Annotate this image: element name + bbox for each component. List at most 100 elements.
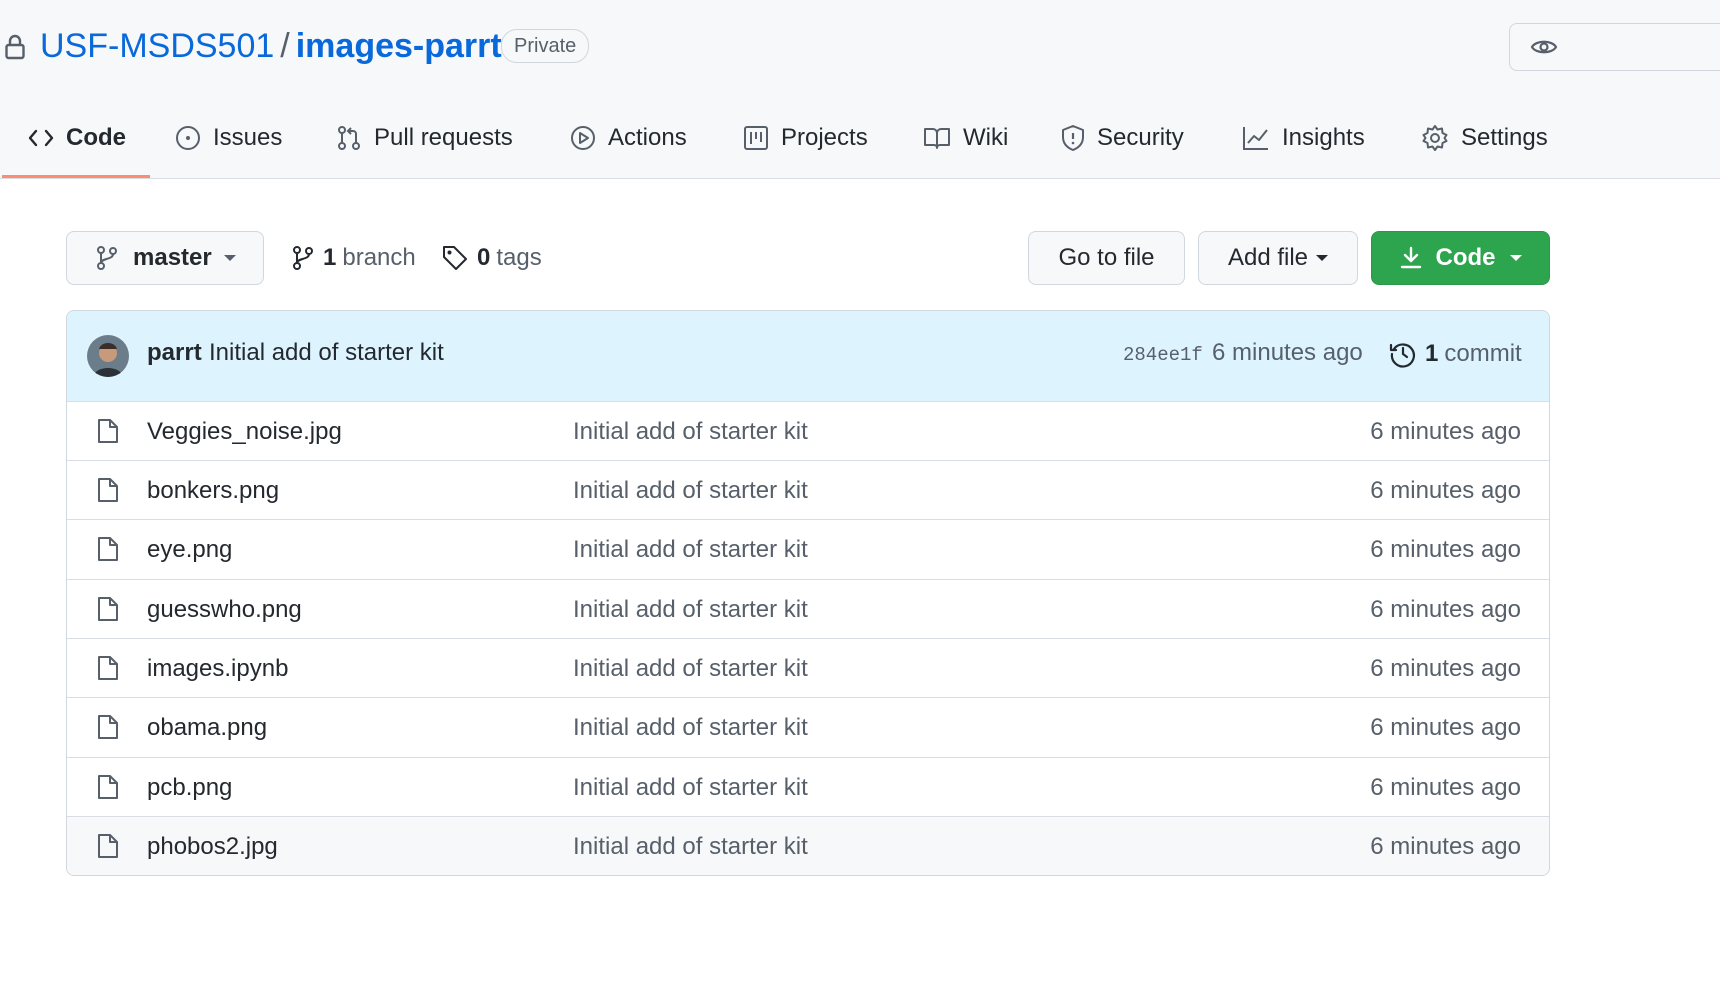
eye-icon [1530,37,1558,57]
file-commit-message-link[interactable]: Initial add of starter kit [573,774,808,802]
branch-count: 1 [323,244,337,271]
tab-insights[interactable]: Insights [1242,113,1365,163]
chevron-down-icon [1316,255,1329,261]
branch-icon [95,245,119,271]
file-icon [97,477,119,503]
file-commit-time: 6 minutes ago [1370,477,1521,504]
download-icon [1400,246,1422,270]
repo-owner-link[interactable]: USF-MSDS501 [40,27,274,65]
file-commit-message-link[interactable]: Initial add of starter kit [573,655,808,683]
commit-label: commit [1444,340,1522,367]
file-commit-time: 6 minutes ago [1370,655,1521,682]
commit-sha-link[interactable]: 284ee1f [1123,344,1203,366]
add-file-button[interactable]: Add file [1198,231,1358,285]
issue-icon [175,125,201,151]
file-row[interactable]: obama.png Initial add of starter kit 6 m… [67,697,1549,756]
lock-icon [4,34,26,60]
tab-wiki[interactable]: Wiki [923,113,1008,163]
commits-link[interactable]: 1 commit [1389,337,1522,371]
watch-button[interactable] [1509,23,1720,71]
file-name-link[interactable]: obama.png [147,714,267,742]
tab-label: Issues [213,124,283,151]
file-name-link[interactable]: images.ipynb [147,655,288,683]
tab-settings[interactable]: Settings [1421,113,1548,163]
tab-pull-requests[interactable]: Pull requests [336,113,513,163]
file-row[interactable]: phobos2.jpg Initial add of starter kit 6… [67,816,1549,875]
file-icon [97,833,119,859]
file-commit-message-link[interactable]: Initial add of starter kit [573,536,808,564]
tag-label: tags [496,244,542,271]
file-commit-message-link[interactable]: Initial add of starter kit [573,596,808,624]
file-icon [97,596,119,622]
file-commit-time: 6 minutes ago [1370,536,1521,563]
file-row[interactable]: images.ipynb Initial add of starter kit … [67,638,1549,697]
latest-commit-bar: parrt Initial add of starter kit 284ee1f… [67,311,1549,402]
file-commit-message-link[interactable]: Initial add of starter kit [573,418,808,446]
file-commit-message-link[interactable]: Initial add of starter kit [573,477,808,505]
file-icon [97,418,119,444]
go-to-file-button[interactable]: Go to file [1028,231,1185,285]
code-dropdown-button[interactable]: Code [1371,231,1550,285]
pull-request-icon [336,125,362,151]
commit-count: 1 [1425,340,1439,367]
commit-message-link[interactable]: Initial add of starter kit [209,339,444,367]
file-row[interactable]: bonkers.png Initial add of starter kit 6… [67,460,1549,519]
file-name-link[interactable]: eye.png [147,536,232,564]
file-commit-message-link[interactable]: Initial add of starter kit [573,833,808,861]
play-icon [570,125,596,151]
file-row[interactable]: pcb.png Initial add of starter kit 6 min… [67,757,1549,816]
branches-link[interactable]: 1 branch [291,238,416,278]
commit-time: 6 minutes ago [1212,339,1363,366]
file-icon [97,655,119,681]
code-icon [28,128,54,148]
branch-icon [291,245,315,271]
tags-link[interactable]: 0 tags [441,238,542,278]
chevron-down-icon [223,255,236,261]
tab-label: Settings [1461,124,1548,151]
project-icon [743,125,769,151]
repo-separator: / [280,27,290,65]
file-row[interactable]: Veggies_noise.jpg Initial add of starter… [67,401,1549,460]
tab-actions[interactable]: Actions [570,113,687,163]
avatar[interactable] [87,335,129,377]
tab-projects[interactable]: Projects [743,113,868,163]
file-name-link[interactable]: bonkers.png [147,477,279,505]
tab-label: Actions [608,124,687,151]
gear-icon [1421,124,1449,152]
file-name-link[interactable]: pcb.png [147,774,232,802]
history-icon [1389,340,1417,368]
tab-code[interactable]: Code [28,113,126,163]
tab-label: Insights [1282,124,1365,151]
file-name-link[interactable]: phobos2.jpg [147,833,278,861]
chevron-down-icon [1509,255,1522,261]
file-commit-time: 6 minutes ago [1370,596,1521,623]
branch-label: branch [342,244,416,271]
visibility-badge: Private [501,29,590,63]
graph-icon [1242,125,1270,151]
branch-select-button[interactable]: master [66,231,264,285]
file-commit-time: 6 minutes ago [1370,833,1521,860]
code-button-label: Code [1435,244,1496,271]
file-commit-message-link[interactable]: Initial add of starter kit [573,714,808,742]
book-icon [923,126,951,150]
tab-label: Security [1097,124,1184,151]
file-name-link[interactable]: guesswho.png [147,596,302,624]
file-icon [97,774,119,800]
tab-label: Projects [781,124,868,151]
tag-count: 0 [477,244,491,271]
tab-issues[interactable]: Issues [175,113,282,163]
current-branch: master [133,244,212,271]
file-row[interactable]: guesswho.png Initial add of starter kit … [67,579,1549,638]
tag-icon [441,244,469,272]
add-file-label: Add file [1227,244,1309,271]
file-icon [97,536,119,562]
tab-label: Wiki [963,124,1009,151]
file-name-link[interactable]: Veggies_noise.jpg [147,418,342,446]
selected-tab-indicator [2,175,150,178]
repo-name-link[interactable]: images-parrt [296,27,502,65]
file-commit-time: 6 minutes ago [1370,774,1521,801]
tab-security[interactable]: Security [1061,113,1184,163]
commit-author-link[interactable]: parrt [147,339,202,367]
repo-title: USF-MSDS501/images-parrt [40,24,502,68]
file-row[interactable]: eye.png Initial add of starter kit 6 min… [67,519,1549,578]
